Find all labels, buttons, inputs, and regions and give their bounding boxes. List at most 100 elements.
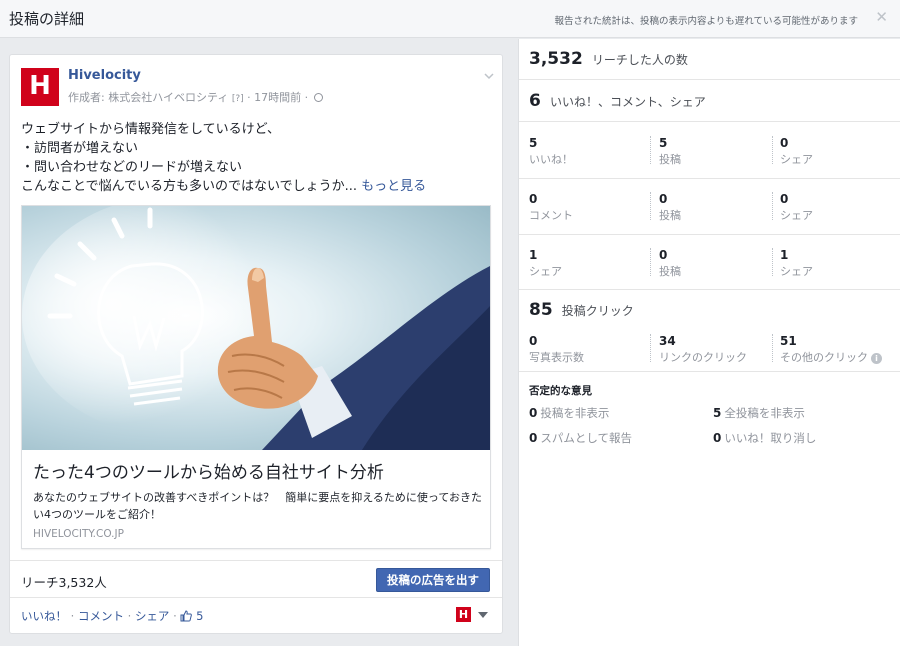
negative-feedback-title: 否定的な意見 (529, 385, 592, 397)
negative-label: 全投稿を非表示 (724, 406, 805, 420)
post-text-line: ・訪問者が増えない (21, 141, 139, 156)
other-clicks-label: その他のクリック (780, 351, 868, 364)
share-action[interactable]: シェア (135, 609, 170, 623)
page-name-link[interactable]: Hivelocity (68, 68, 141, 83)
negative-item: 5 全投稿を非表示 (713, 405, 805, 421)
post-timestamp[interactable]: · 17時間前 · (247, 91, 308, 104)
metric-label: いいね！ (529, 153, 573, 166)
page-avatar[interactable]: H (21, 68, 59, 106)
reach-value: 3,532 (529, 49, 583, 69)
column-divider (650, 136, 651, 164)
grid-cell: 1 シェア (780, 248, 813, 279)
post-text-line: ・問い合わせなどのリードが増えない (21, 160, 243, 175)
byline-author: 作成者: 株式会社ハイベロシティ (68, 91, 229, 104)
page-identity-selector[interactable]: H (456, 607, 490, 623)
lightbulb-hand-illustration (22, 206, 490, 450)
link-description: あなたのウェブサイトの改善すべきポイントは？ 簡単に要点を抑えるために使っておき… (33, 491, 483, 521)
action-separator: · (127, 609, 132, 623)
metric-label: コメント (529, 209, 573, 222)
see-more-link[interactable]: もっと見る (361, 179, 426, 194)
reactions-grid: 5 いいね！ 5 投稿 0 シェア 0 コメント 0 投稿 0 シェア 1 シェ… (519, 122, 900, 290)
clicks-label: 投稿クリック (561, 304, 634, 318)
metric-value: 0 (659, 192, 668, 206)
row-divider (519, 178, 900, 179)
engagement-label: いいね！、コメント、シェア (549, 95, 706, 109)
column-divider (650, 192, 651, 220)
column-divider (772, 248, 773, 276)
link-preview-image[interactable] (22, 206, 490, 450)
like-action[interactable]: いいね！ (21, 609, 67, 623)
post-text-last: こんなことで悩んでいる方も多いのではないでしょうか... (21, 179, 357, 194)
stats-delay-note: 報告された統計は、投稿の表示内容よりも遅れている可能性があります (554, 16, 858, 27)
reach-row: リーチ3,532人 投稿の広告を出す (10, 560, 502, 598)
column-divider (772, 334, 773, 362)
grid-cell: 0 コメント (529, 192, 573, 223)
info-icon[interactable]: i (871, 353, 882, 364)
negative-item: 0 いいね！取り消し (713, 430, 816, 446)
metric-label: シェア (529, 265, 562, 278)
negative-item: 0 投稿を非表示 (529, 405, 609, 421)
link-domain: HIVELOCITY.CO.JP (33, 528, 124, 540)
post-text-line: こんなことで悩んでいる方も多いのではないでしょうか... もっと見る (21, 177, 496, 196)
post-message: ウェブサイトから情報発信をしているけど、 ・訪問者が増えない ・問い合わせなどの… (21, 120, 496, 196)
reach-summary: 3,532 リーチした人の数 (519, 39, 900, 80)
like-count[interactable]: 5 (196, 609, 203, 623)
metric-value: 5 (529, 136, 538, 150)
metric-label: シェア (780, 265, 813, 278)
post-preview-panel: H Hivelocity 作成者: 株式会社ハイベロシティ [?] · 17時間… (0, 39, 518, 646)
caret-down-icon (478, 612, 488, 618)
metric-value: 0 (529, 334, 538, 348)
close-icon[interactable]: ✕ (875, 8, 888, 26)
link-preview[interactable]: たった4つのツールから始める自社サイト分析 あなたのウェブサイトの改善すべきポイ… (21, 205, 491, 549)
metric-label: リンクのクリック (659, 351, 747, 364)
negative-label: 投稿を非表示 (540, 406, 610, 420)
metric-label: 投稿 (659, 265, 681, 278)
grid-cell: 5 いいね！ (529, 136, 573, 167)
grid-cell: 5 投稿 (659, 136, 681, 167)
thumbs-up-icon (180, 610, 193, 622)
column-divider (772, 136, 773, 164)
row-divider (519, 234, 900, 235)
metric-value: 51 (780, 334, 797, 348)
grid-cell: 0 シェア (780, 192, 813, 223)
metric-value: 0 (780, 136, 789, 150)
click-cell: 0 写真表示数 (529, 334, 584, 365)
column-divider (650, 248, 651, 276)
engagement-value: 6 (529, 91, 541, 111)
negative-value: 0 (529, 406, 538, 420)
boost-post-button[interactable]: 投稿の広告を出す (376, 568, 490, 592)
metric-label: 写真表示数 (529, 351, 584, 364)
chevron-down-icon[interactable] (483, 67, 495, 80)
avatar-letter: H (29, 71, 51, 101)
post-text-line: ウェブサイトから情報発信をしているけど、 (21, 122, 280, 137)
clicks-value: 85 (529, 300, 553, 320)
metric-label: その他のクリック i (780, 349, 882, 365)
metric-value: 34 (659, 334, 676, 348)
negative-item: 0 スパムとして報告 (529, 430, 632, 446)
action-separator: · (70, 609, 75, 623)
reach-count: リーチ3,532人 (21, 575, 107, 590)
metric-value: 1 (780, 248, 789, 262)
negative-label: スパムとして報告 (540, 431, 633, 445)
post-byline: 作成者: 株式会社ハイベロシティ [?] · 17時間前 · (68, 89, 323, 105)
metric-label: 投稿 (659, 209, 681, 222)
metric-value: 0 (529, 192, 538, 206)
negative-value: 0 (529, 431, 538, 445)
negative-value: 5 (713, 406, 722, 420)
dialog-title: 投稿の詳細 (9, 10, 85, 28)
negative-value: 0 (713, 431, 722, 445)
stats-panel: 3,532 リーチした人の数 6 いいね！、コメント、シェア 5 いいね！ 5 … (518, 39, 900, 646)
grid-cell: 0 シェア (780, 136, 813, 167)
byline-help-marker[interactable]: [?] (232, 94, 244, 104)
metric-value: 0 (659, 248, 668, 262)
metric-value: 0 (780, 192, 789, 206)
dialog-header: 投稿の詳細 報告された統計は、投稿の表示内容よりも遅れている可能性があります ✕ (0, 0, 900, 38)
column-divider (650, 334, 651, 362)
comment-action[interactable]: コメント (78, 609, 124, 623)
metric-label: シェア (780, 153, 813, 166)
metric-value: 1 (529, 248, 538, 262)
click-cell: 34 リンクのクリック (659, 334, 747, 365)
negative-label: いいね！取り消し (724, 431, 817, 445)
grid-cell: 0 投稿 (659, 248, 681, 279)
link-title[interactable]: たった4つのツールから始める自社サイト分析 (33, 458, 384, 483)
